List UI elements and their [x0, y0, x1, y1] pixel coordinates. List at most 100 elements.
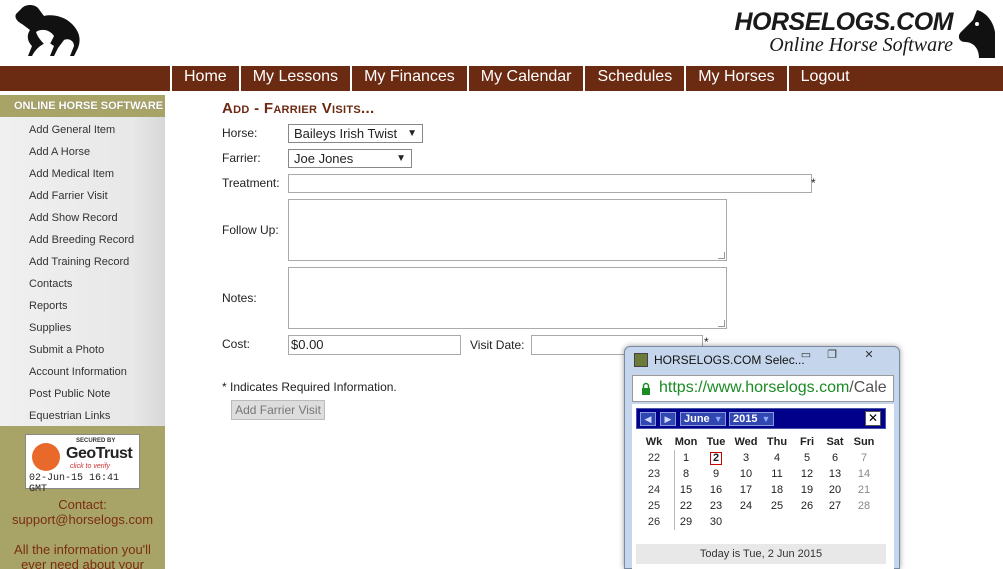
- sidebar-menu: Add General Item Add A Horse Add Medical I…: [0, 117, 165, 426]
- popup-title: HORSELOGS.COM Selec...: [654, 353, 805, 367]
- calendar-day[interactable]: 17: [730, 482, 762, 498]
- sidebar-heading: ONLINE HORSE SOFTWARE: [0, 95, 165, 117]
- chevron-down-icon: ▼: [713, 414, 723, 424]
- horse-select-value: Baileys Irish Twist: [294, 126, 398, 141]
- nav-item-home[interactable]: Home: [170, 66, 239, 91]
- add-farrier-visit-button[interactable]: Add Farrier Visit: [231, 400, 325, 420]
- next-month-icon[interactable]: ▶: [660, 412, 676, 426]
- week-number: 22: [647, 452, 661, 464]
- calendar-day[interactable]: 16: [700, 482, 732, 498]
- prev-month-icon[interactable]: ◀: [640, 412, 656, 426]
- today-marker: 2: [709, 452, 723, 465]
- sidebar-item-contacts[interactable]: Contacts: [0, 273, 165, 295]
- horse-head-icon: [958, 10, 995, 58]
- calendar-day[interactable]: 21: [848, 482, 880, 498]
- sidebar-item-add-farrier-visit[interactable]: Add Farrier Visit: [0, 185, 165, 207]
- resize-grip-icon[interactable]: [718, 320, 725, 327]
- nav-item-my-calendar[interactable]: My Calendar: [466, 66, 584, 91]
- calendar-day[interactable]: 6: [819, 450, 851, 466]
- calendar-day[interactable]: 13: [819, 466, 851, 482]
- farrier-label: Farrier:: [222, 151, 261, 165]
- sidebar-item-account-information[interactable]: Account Information: [0, 361, 165, 383]
- maximize-icon[interactable]: ❐: [819, 348, 845, 364]
- sidebar-item-add-breeding-record[interactable]: Add Breeding Record: [0, 229, 165, 251]
- calendar-day[interactable]: 15: [670, 482, 702, 498]
- sidebar-item-add-a-horse[interactable]: Add A Horse: [0, 141, 165, 163]
- sidebar-item-reports[interactable]: Reports: [0, 295, 165, 317]
- sidebar: ONLINE HORSE SOFTWARE Add General Item Ad…: [0, 95, 165, 569]
- calendar-day[interactable]: 3: [730, 450, 762, 466]
- calendar-day[interactable]: 14: [848, 466, 880, 482]
- calendar-day[interactable]: 22: [670, 498, 702, 514]
- calendar-day-today[interactable]: 2: [700, 450, 732, 466]
- seal-brand: GeoTrust: [66, 445, 133, 462]
- sidebar-item-add-show-record[interactable]: Add Show Record: [0, 207, 165, 229]
- popup-url-bar[interactable]: https://www.horselogs.com/Cale: [632, 375, 894, 402]
- nav-item-schedules[interactable]: Schedules: [583, 66, 684, 91]
- sidebar-item-add-training-record[interactable]: Add Training Record: [0, 251, 165, 273]
- month-value: June: [684, 413, 710, 425]
- chevron-down-icon: ▼: [761, 414, 771, 424]
- minimize-icon[interactable]: ▭: [793, 348, 819, 364]
- calendar-close-button[interactable]: ✕: [865, 411, 881, 426]
- calendar-week-row: 22 1 2 3 4 5 6 7: [638, 450, 886, 466]
- seal-secured-by: SECURED BY: [76, 438, 116, 444]
- chevron-down-icon: ▼: [407, 128, 417, 139]
- calendar-day[interactable]: 11: [761, 466, 793, 482]
- calendar-header-cell: Wed: [734, 436, 758, 448]
- calendar-day[interactable]: 23: [700, 498, 732, 514]
- calendar-day[interactable]: 27: [819, 498, 851, 514]
- sidebar-item-supplies[interactable]: Supplies: [0, 317, 165, 339]
- nav-item-my-horses[interactable]: My Horses: [684, 66, 786, 91]
- calendar-header-cell: Thu: [766, 436, 788, 448]
- cost-input[interactable]: $0.00: [288, 335, 461, 355]
- sidebar-item-add-medical-item[interactable]: Add Medical Item: [0, 163, 165, 185]
- calendar-day[interactable]: 10: [730, 466, 762, 482]
- calendar-day[interactable]: 25: [761, 498, 793, 514]
- calendar-day[interactable]: 9: [700, 466, 732, 482]
- year-value: 2015: [733, 413, 758, 425]
- treatment-input[interactable]: [288, 174, 812, 193]
- sidebar-item-post-public-note[interactable]: Post Public Note: [0, 383, 165, 405]
- resize-grip-icon[interactable]: [718, 252, 725, 259]
- geotrust-logo-icon: [32, 443, 60, 471]
- contact-block: Contact: support@horselogs.com: [0, 497, 165, 527]
- calendar-week-row: 25 22 23 24 25 26 27 28: [638, 498, 886, 514]
- calendar-day[interactable]: 24: [730, 498, 762, 514]
- calendar-day[interactable]: 4: [761, 450, 793, 466]
- popup-titlebar[interactable]: HORSELOGS.COM Selec... ▭ ❐ ✕: [625, 347, 899, 371]
- calendar-popup-window: HORSELOGS.COM Selec... ▭ ❐ ✕ https://www…: [624, 346, 900, 569]
- calendar-day[interactable]: 20: [819, 482, 851, 498]
- notes-label: Notes:: [222, 291, 257, 305]
- year-select[interactable]: 2015 ▼: [729, 412, 774, 426]
- nav-item-my-finances[interactable]: My Finances: [350, 66, 467, 91]
- followup-label: Follow Up:: [222, 223, 279, 237]
- sidebar-item-equestrian-links[interactable]: Equestrian Links: [0, 405, 165, 427]
- calendar-day[interactable]: 1: [670, 450, 702, 466]
- geotrust-seal[interactable]: SECURED BY GeoTrust click to verify 02-J…: [25, 434, 140, 495]
- farrier-select[interactable]: Joe Jones ▼: [288, 149, 412, 168]
- calendar-day[interactable]: 29: [670, 514, 702, 530]
- calendar-today-footer[interactable]: Today is Tue, 2 Jun 2015: [636, 544, 886, 564]
- calendar-day[interactable]: 8: [670, 466, 702, 482]
- notes-textarea[interactable]: [288, 267, 727, 329]
- contact-email-link[interactable]: support@horselogs.com: [0, 512, 165, 527]
- calendar-day[interactable]: 28: [848, 498, 880, 514]
- sidebar-item-add-general-item[interactable]: Add General Item: [0, 119, 165, 141]
- required-note: * Indicates Required Information.: [222, 380, 397, 394]
- month-select[interactable]: June ▼: [680, 412, 726, 426]
- horse-select[interactable]: Baileys Irish Twist ▼: [288, 124, 423, 143]
- horse-label: Horse:: [222, 126, 258, 140]
- followup-textarea[interactable]: [288, 199, 727, 261]
- visit-date-label: Visit Date:: [470, 338, 525, 352]
- seal-date: 02-Jun-15 16:41 GMT: [29, 473, 120, 495]
- nav-item-logout[interactable]: Logout: [786, 66, 862, 91]
- calendar-header-cell: Sat: [826, 436, 844, 448]
- calendar-day[interactable]: 18: [761, 482, 793, 498]
- close-window-icon[interactable]: ✕: [851, 348, 887, 364]
- sidebar-item-submit-a-photo[interactable]: Submit a Photo: [0, 339, 165, 361]
- calendar-day[interactable]: 30: [700, 514, 732, 530]
- nav-item-my-lessons[interactable]: My Lessons: [238, 66, 350, 91]
- calendar-day[interactable]: 7: [848, 450, 880, 466]
- info-text: All the information you'll ever need abo…: [14, 542, 151, 569]
